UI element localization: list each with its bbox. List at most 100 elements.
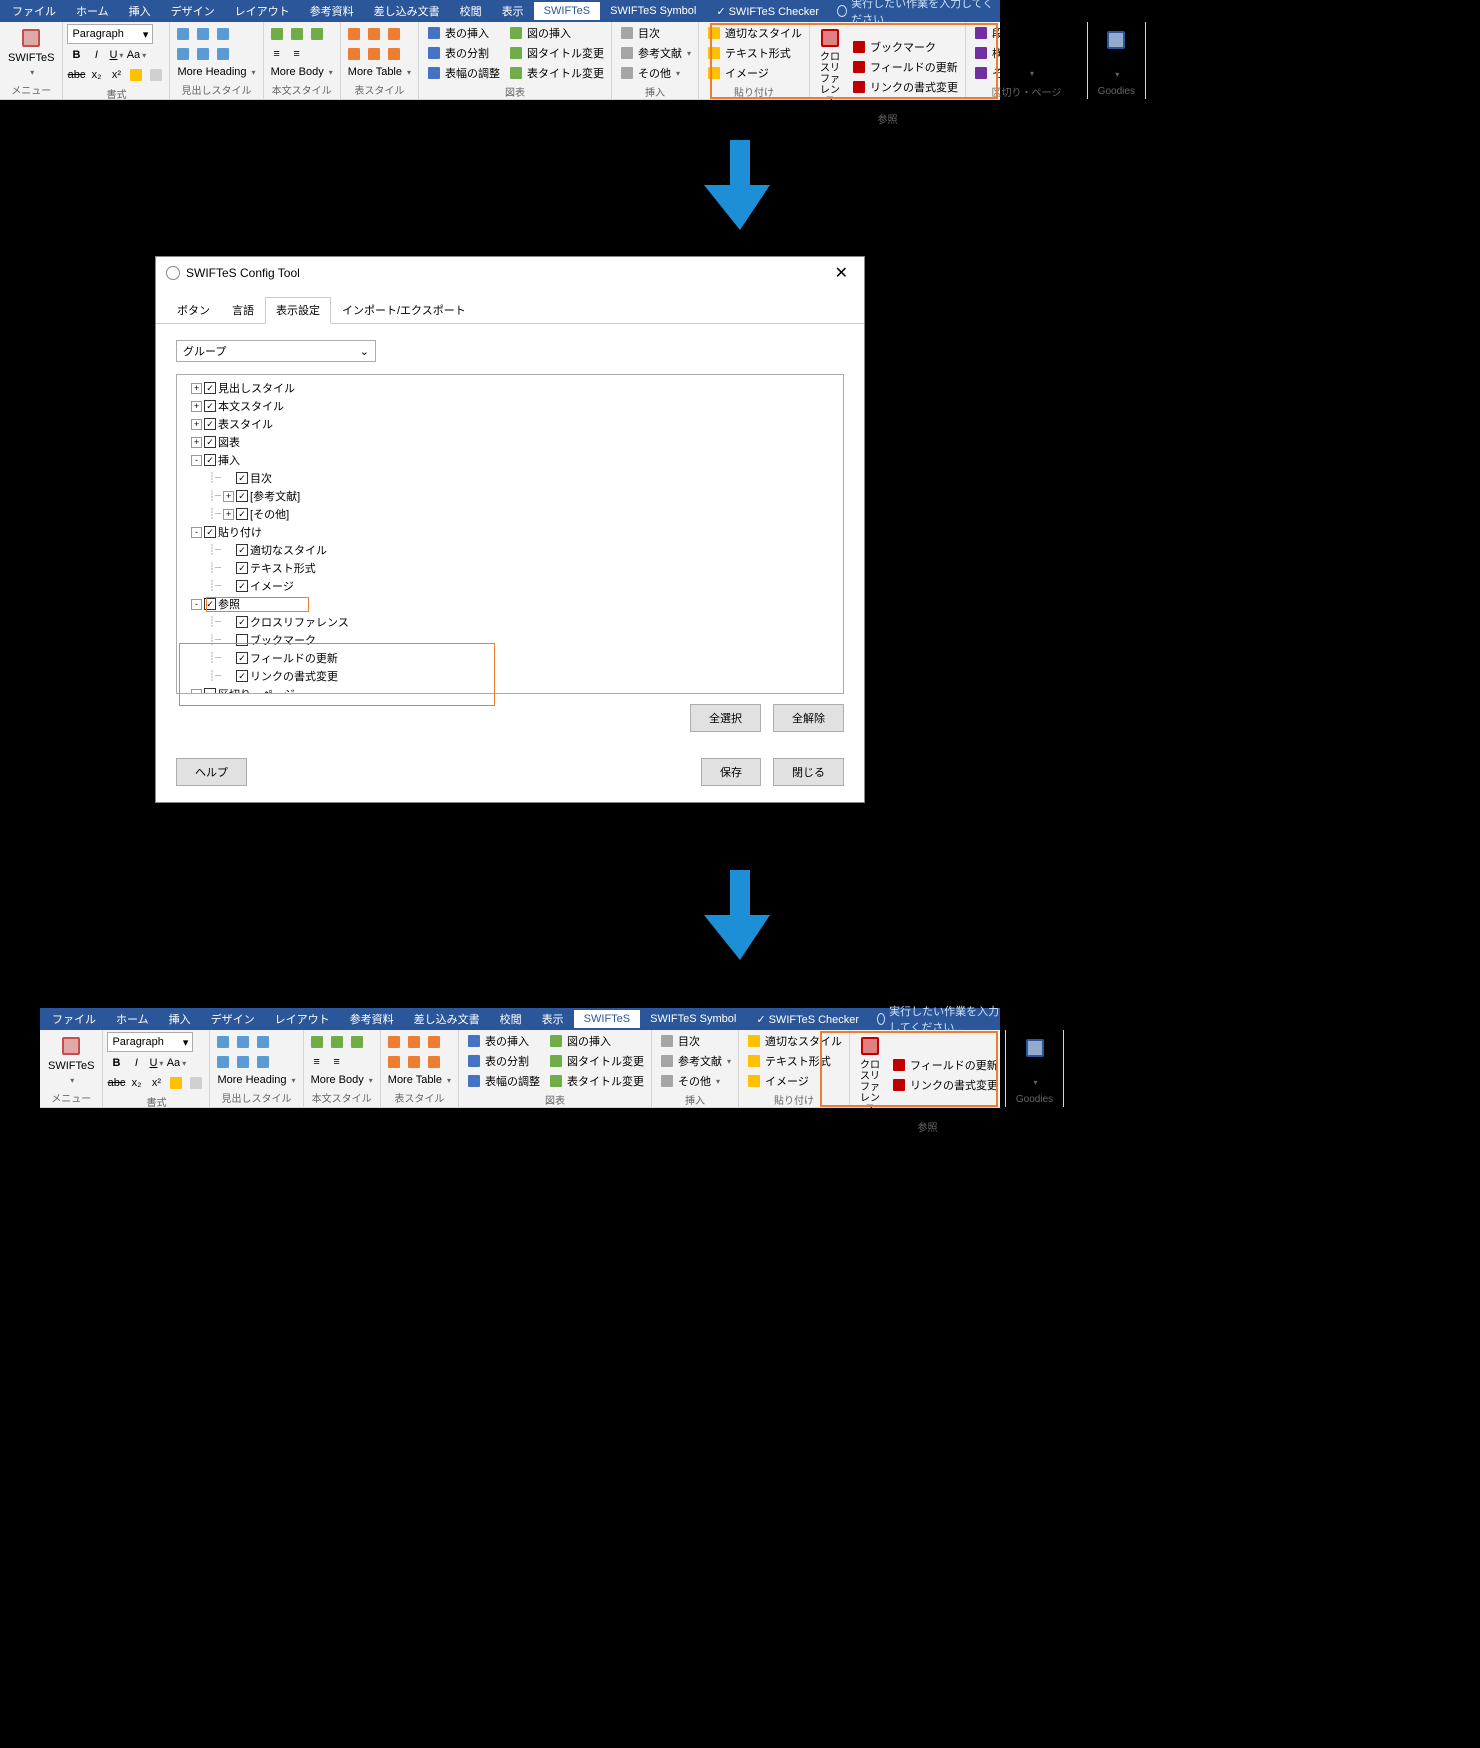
underline-button[interactable]: U — [107, 46, 125, 64]
tab-layout[interactable]: レイアウト — [225, 0, 300, 22]
tab-view[interactable]: 表示 — [532, 1008, 574, 1030]
h5-icon[interactable] — [234, 1053, 252, 1071]
table-title-button[interactable]: 表タイトル変更 — [545, 1072, 647, 1090]
h3-icon[interactable] — [214, 25, 232, 43]
tab-references[interactable]: 参考資料 — [340, 1008, 404, 1030]
tab-review[interactable]: 校閲 — [450, 0, 492, 22]
tree-checkbox[interactable] — [236, 562, 248, 574]
tab-swiftes-symbol[interactable]: SWIFTeS Symbol — [640, 1010, 746, 1028]
close-button[interactable]: ✕ — [829, 263, 854, 283]
tree-expander[interactable]: + — [191, 419, 202, 430]
image-paste-button[interactable]: イメージ — [743, 1072, 845, 1090]
insert-other-button[interactable]: その他 — [616, 64, 694, 82]
tree-checkbox[interactable] — [204, 598, 216, 610]
dialog-tab-display[interactable]: 表示設定 — [265, 297, 331, 324]
h6-icon[interactable] — [254, 1053, 272, 1071]
tbl3-icon[interactable] — [385, 25, 403, 43]
tree-node[interactable]: ┊┄ + [参考文献] — [181, 487, 839, 505]
paragraph-style-combo[interactable]: Paragraph▾ — [107, 1032, 193, 1052]
tree-checkbox[interactable] — [204, 418, 216, 430]
select-all-button[interactable]: 全選択 — [690, 704, 761, 732]
tab-file[interactable]: ファイル — [2, 0, 66, 22]
toc-button[interactable]: 目次 — [656, 1032, 734, 1050]
table-title-button[interactable]: 表タイトル変更 — [505, 64, 607, 82]
tree-checkbox[interactable] — [236, 508, 248, 520]
dialog-tab-button[interactable]: ボタン — [166, 297, 221, 323]
insert-table-button[interactable]: 表の挿入 — [463, 1032, 543, 1050]
tree-expander[interactable]: - — [191, 527, 202, 538]
tree-checkbox[interactable] — [236, 544, 248, 556]
deselect-all-button[interactable]: 全解除 — [773, 704, 844, 732]
tree-expander[interactable]: + — [223, 491, 234, 502]
tree-node[interactable]: ┊┄ + [その他] — [181, 505, 839, 523]
tree-checkbox[interactable] — [204, 688, 216, 694]
tab-layout[interactable]: レイアウト — [265, 1008, 340, 1030]
bold-button[interactable]: B — [67, 46, 85, 64]
xref-button[interactable]: クロスリファレンス — [854, 1032, 886, 1117]
font-size-button[interactable]: Aa — [127, 46, 145, 64]
bullet-icon[interactable]: ≡ — [308, 1053, 326, 1071]
page-before-button[interactable]: 段落前で改ページ — [970, 24, 1083, 42]
tbl5-icon[interactable] — [365, 45, 383, 63]
refs-button[interactable]: 参考文献 — [656, 1052, 734, 1070]
tree-node[interactable]: + 表スタイル — [181, 415, 839, 433]
tree-node[interactable]: - 参照 — [181, 595, 839, 613]
tbl2-icon[interactable] — [365, 25, 383, 43]
tree-node[interactable]: ┊┄ イメージ — [181, 577, 839, 595]
more-table-button[interactable]: More Table — [385, 1073, 454, 1087]
insert-table-button[interactable]: 表の挿入 — [423, 24, 503, 42]
subscript-button[interactable]: x₂ — [87, 66, 105, 84]
more-heading-button[interactable]: More Heading — [214, 1073, 298, 1087]
split-table-button[interactable]: 表の分割 — [463, 1052, 543, 1070]
swiftes-menu-button[interactable]: SWIFTeS — [4, 24, 58, 80]
table-width-button[interactable]: 表幅の調整 — [463, 1072, 543, 1090]
close-dialog-button[interactable]: 閉じる — [773, 758, 844, 786]
tbl4-icon[interactable] — [385, 1053, 403, 1071]
tree-checkbox[interactable] — [204, 382, 216, 394]
tree-expander[interactable]: - — [191, 455, 202, 466]
table-width-button[interactable]: 表幅の調整 — [423, 64, 503, 82]
tree-checkbox[interactable] — [236, 616, 248, 628]
tab-swiftes[interactable]: SWIFTeS — [574, 1010, 640, 1028]
swiftes-menu-button[interactable]: SWIFTeS — [44, 1032, 98, 1088]
tree-view[interactable]: + 見出しスタイル + 本文スタイル + 表スタイル + 図表 - 挿入 ┊┄ … — [176, 374, 844, 694]
group-combo[interactable]: グループ⌄ — [176, 340, 376, 362]
tab-swiftes[interactable]: SWIFTeS — [534, 2, 600, 20]
tree-node[interactable]: ┊┄ テキスト形式 — [181, 559, 839, 577]
body2-icon[interactable] — [328, 1033, 346, 1051]
insert-figure-button[interactable]: 図の挿入 — [505, 24, 607, 42]
tree-checkbox[interactable] — [236, 670, 248, 682]
tree-checkbox[interactable] — [236, 580, 248, 592]
save-button[interactable]: 保存 — [701, 758, 761, 786]
tab-swiftes-checker[interactable]: SWIFTeS Checker — [746, 1010, 869, 1029]
italic-button[interactable]: I — [87, 46, 105, 64]
tbl3-icon[interactable] — [425, 1033, 443, 1051]
tab-mailmerge[interactable]: 差し込み文書 — [404, 1008, 490, 1030]
tree-node[interactable]: ┊┄ ブックマーク — [181, 631, 839, 649]
tree-node[interactable]: ┊┄ 適切なスタイル — [181, 541, 839, 559]
tree-node[interactable]: - 挿入 — [181, 451, 839, 469]
tree-expander[interactable]: - — [191, 689, 202, 695]
paragraph-style-combo[interactable]: Paragraph▾ — [67, 24, 153, 44]
tree-expander[interactable]: + — [191, 401, 202, 412]
tab-swiftes-checker[interactable]: SWIFTeS Checker — [706, 2, 829, 21]
highlight-button[interactable] — [167, 1074, 185, 1092]
update-field-button[interactable]: フィールドの更新 — [888, 1056, 1001, 1074]
tree-checkbox[interactable] — [236, 472, 248, 484]
h1-icon[interactable] — [214, 1033, 232, 1051]
h2-icon[interactable] — [234, 1033, 252, 1051]
tree-node[interactable]: + 本文スタイル — [181, 397, 839, 415]
tree-node[interactable]: - 貼り付け — [181, 523, 839, 541]
strike-button[interactable]: abc — [67, 66, 85, 84]
tbl5-icon[interactable] — [405, 1053, 423, 1071]
dialog-tab-lang[interactable]: 言語 — [221, 297, 265, 323]
subscript-button[interactable]: x₂ — [127, 1074, 145, 1092]
tbl6-icon[interactable] — [385, 45, 403, 63]
toc-button[interactable]: 目次 — [616, 24, 694, 42]
tab-view[interactable]: 表示 — [492, 0, 534, 22]
number-icon[interactable]: ≡ — [328, 1053, 346, 1071]
tree-checkbox[interactable] — [236, 634, 248, 646]
tab-home[interactable]: ホーム — [66, 0, 119, 22]
body1-icon[interactable] — [268, 25, 286, 43]
tree-checkbox[interactable] — [236, 652, 248, 664]
